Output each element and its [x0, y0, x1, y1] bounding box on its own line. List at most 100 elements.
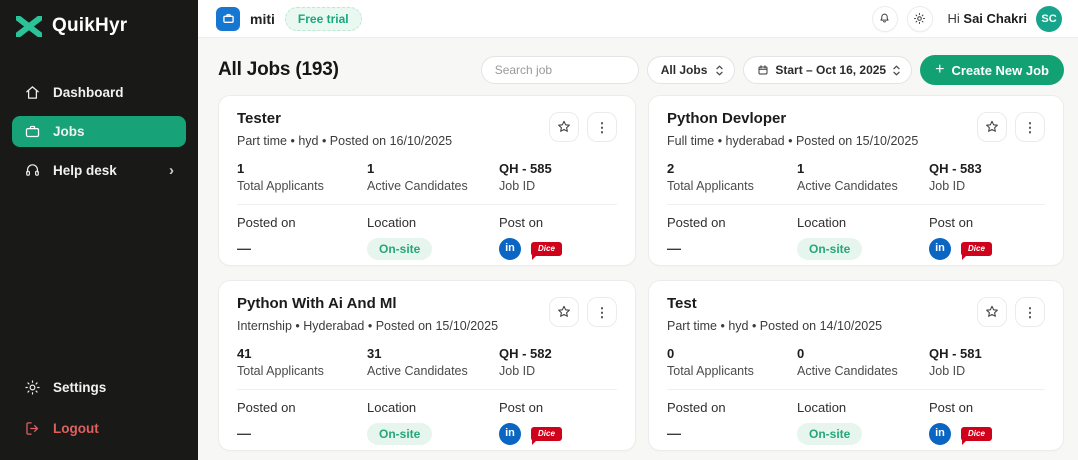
sidebar-item-label: Logout	[53, 421, 99, 436]
user-name: Sai Chakri	[963, 11, 1027, 26]
main-content: All Jobs (193) All Jobs Start –	[198, 38, 1078, 460]
stat-value: 1	[367, 161, 375, 176]
chevron-right-icon: ›	[169, 162, 174, 179]
post-on-label: Post on	[499, 400, 544, 415]
job-card-python-devloper: Python Devloper Full time • hyderabad • …	[648, 95, 1064, 266]
stat-label: Job ID	[929, 179, 966, 193]
calendar-icon	[757, 64, 769, 76]
plus-icon: +	[935, 60, 945, 78]
posted-on-label: Posted on	[667, 215, 726, 230]
sidebar-item-jobs[interactable]: Jobs	[12, 116, 186, 147]
star-icon	[556, 304, 572, 320]
gear-icon	[913, 12, 926, 25]
sidebar-item-help-desk[interactable]: Help desk ›	[12, 155, 186, 186]
sidebar-item-label: Help desk	[53, 163, 117, 178]
stat-label: Total Applicants	[237, 364, 324, 378]
logo-text: QuikHyr	[52, 15, 128, 36]
linkedin-icon[interactable]: in	[929, 238, 951, 260]
org-name: miti	[250, 10, 275, 27]
stat-value: 41	[237, 346, 252, 361]
posted-on-value: —	[237, 240, 252, 256]
kebab-icon: ⋮	[1023, 119, 1037, 135]
more-options-button[interactable]: ⋮	[1015, 297, 1045, 327]
settings-button[interactable]	[906, 5, 933, 32]
dice-icon[interactable]: Dice	[961, 426, 992, 446]
job-meta: Part time • hyd • Posted on 14/10/2025	[667, 319, 883, 333]
sidebar-nav: Dashboard Jobs Help desk ›	[0, 77, 198, 186]
stat-value: 31	[367, 346, 382, 361]
linkedin-icon[interactable]: in	[499, 423, 521, 445]
sidebar-item-dashboard[interactable]: Dashboard	[12, 77, 186, 108]
dice-icon[interactable]: Dice	[531, 241, 562, 261]
free-trial-badge: Free trial	[284, 6, 362, 31]
more-options-button[interactable]: ⋮	[587, 297, 617, 327]
create-new-job-button[interactable]: + Create New Job	[920, 55, 1064, 85]
dice-icon[interactable]: Dice	[531, 426, 562, 446]
favorite-button[interactable]	[977, 112, 1007, 142]
location-label: Location	[797, 215, 847, 230]
job-title: Python Devloper	[667, 110, 787, 127]
favorite-button[interactable]	[977, 297, 1007, 327]
jobs-toolbar: All Jobs (193) All Jobs Start –	[218, 53, 1064, 87]
star-icon	[984, 304, 1000, 320]
linkedin-icon[interactable]: in	[929, 423, 951, 445]
kebab-icon: ⋮	[595, 304, 609, 320]
stat-value: QH - 582	[499, 346, 552, 361]
logout-icon	[24, 420, 41, 437]
stat-label: Total Applicants	[667, 179, 754, 193]
more-options-button[interactable]: ⋮	[1015, 112, 1045, 142]
job-meta: Full time • hyderabad • Posted on 15/10/…	[667, 134, 919, 148]
job-title: Test	[667, 295, 697, 312]
stat-value: 0	[667, 346, 675, 361]
stat-label: Active Candidates	[367, 364, 468, 378]
location-label: Location	[797, 400, 847, 415]
sidebar-item-logout[interactable]: Logout	[12, 413, 186, 444]
job-card-test: Test Part time • hyd • Posted on 14/10/2…	[648, 280, 1064, 451]
avatar[interactable]: SC	[1036, 5, 1062, 32]
jobs-filter-dropdown[interactable]: All Jobs	[646, 56, 736, 84]
page-title: All Jobs (193)	[218, 59, 339, 80]
notifications-button[interactable]	[871, 5, 898, 32]
sidebar-item-label: Dashboard	[53, 85, 124, 100]
sort-arrows-icon	[715, 64, 724, 77]
stat-label: Active Candidates	[367, 179, 468, 193]
logo: QuikHyr	[0, 0, 198, 47]
dice-icon[interactable]: Dice	[961, 241, 992, 261]
sidebar-footer: Settings Logout	[0, 372, 198, 460]
linkedin-icon[interactable]: in	[499, 238, 521, 260]
sidebar-item-settings[interactable]: Settings	[12, 372, 186, 403]
job-footer: Posted on — Location On-site Post on in Di…	[667, 215, 1045, 261]
location-label: Location	[367, 215, 417, 230]
sidebar-item-label: Jobs	[53, 124, 85, 139]
job-footer: Posted on — Location On-site Post on in Di…	[237, 400, 617, 446]
job-footer: Posted on — Location On-site Post on in Di…	[237, 215, 617, 261]
posted-on-label: Posted on	[667, 400, 726, 415]
stat-value: 2	[667, 161, 675, 176]
job-stats: 41 Total Applicants 31 Active Candidates Q…	[237, 346, 617, 390]
location-badge: On-site	[797, 238, 863, 260]
location-badge: On-site	[367, 238, 433, 260]
posted-on-value: —	[667, 240, 682, 256]
toolbar-controls: All Jobs Start – Oct 16, 2025	[480, 55, 1064, 85]
date-range-picker[interactable]: Start – Oct 16, 2025	[743, 56, 913, 84]
org-briefcase-icon	[216, 6, 240, 31]
job-title: Tester	[237, 110, 281, 127]
job-cards-grid: Tester Part time • hyd • Posted on 16/10…	[218, 95, 1064, 451]
posted-on-value: —	[237, 425, 252, 441]
stat-label: Job ID	[499, 179, 536, 193]
more-options-button[interactable]: ⋮	[587, 112, 617, 142]
favorite-button[interactable]	[549, 112, 579, 142]
stat-value: 1	[797, 161, 805, 176]
favorite-button[interactable]	[549, 297, 579, 327]
location-label: Location	[367, 400, 417, 415]
posted-on-label: Posted on	[237, 400, 296, 415]
post-on-label: Post on	[929, 400, 974, 415]
job-stats: 0 Total Applicants 0 Active Candidates QH …	[667, 346, 1045, 390]
sidebar: QuikHyr Dashboard Jobs Help desk › Setti…	[0, 0, 198, 460]
headset-icon	[24, 162, 41, 179]
stat-label: Total Applicants	[237, 179, 324, 193]
search-input[interactable]	[480, 56, 639, 84]
stat-label: Total Applicants	[667, 364, 754, 378]
briefcase-icon	[24, 123, 41, 140]
sort-arrows-icon	[892, 64, 901, 77]
